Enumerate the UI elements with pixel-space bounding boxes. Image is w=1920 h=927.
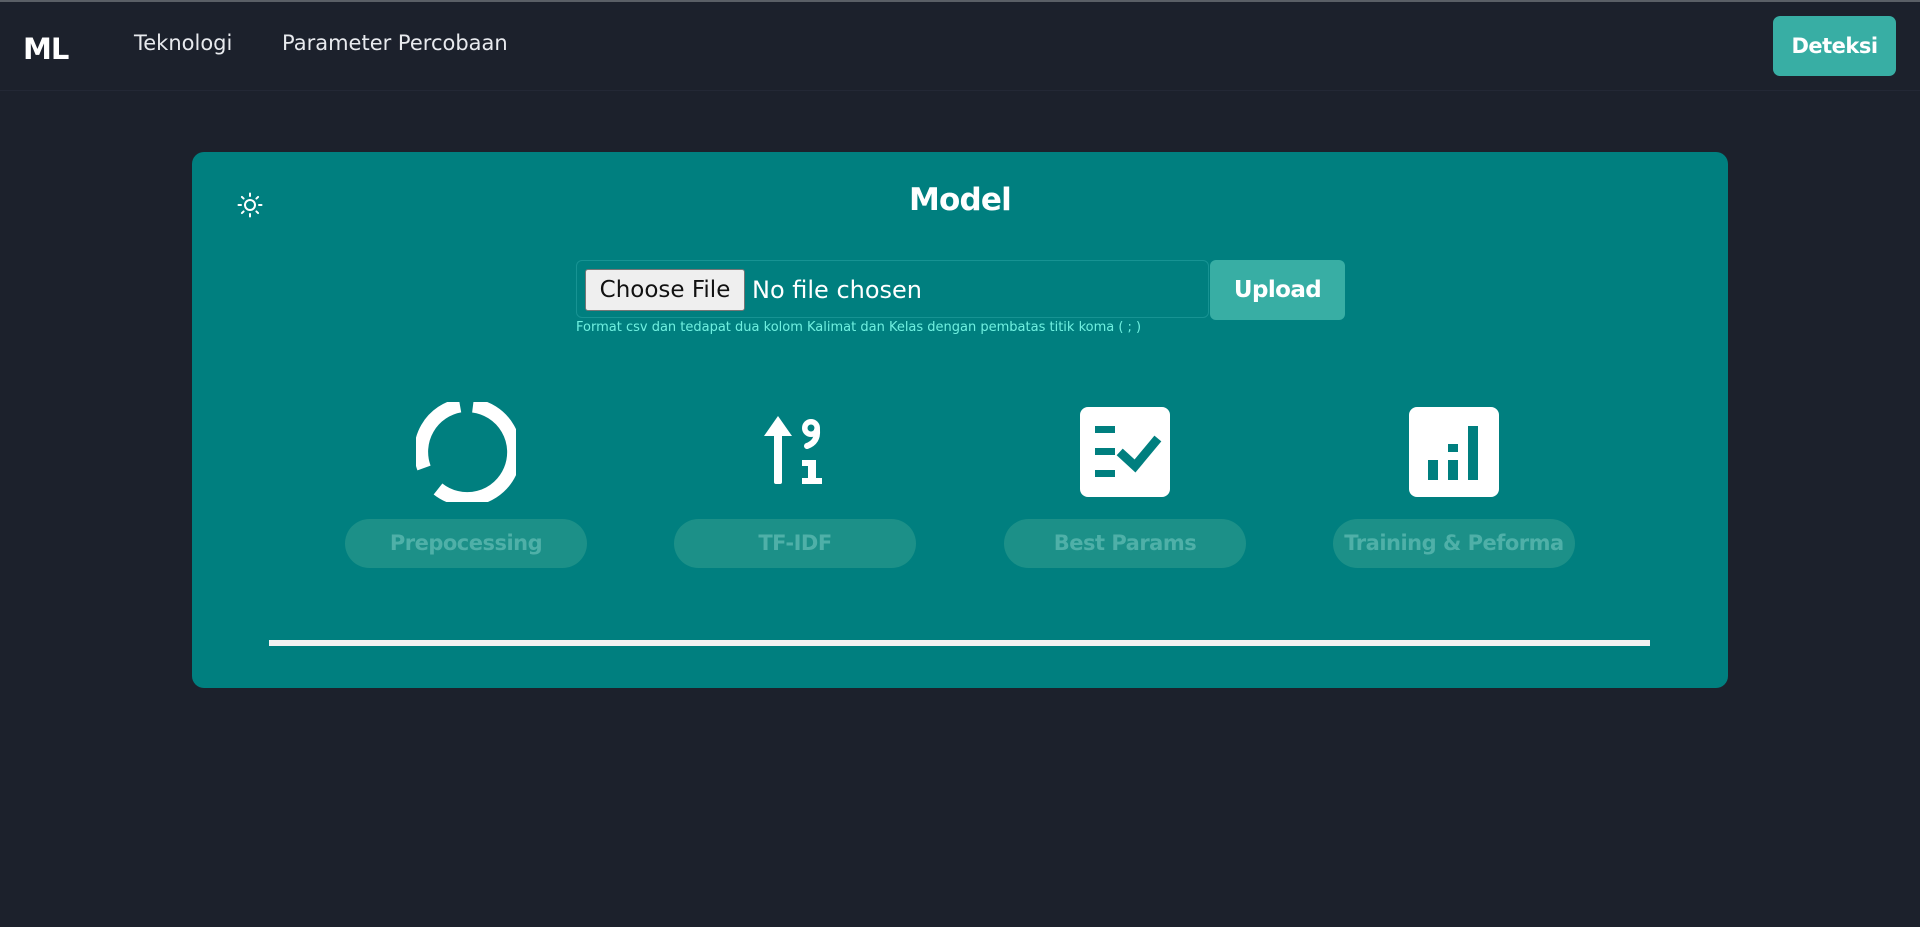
nav-link-parameter-percobaan[interactable]: Parameter Percobaan <box>282 31 508 55</box>
step-best-params: Best Params <box>1004 402 1246 568</box>
page-title: Model <box>909 182 1012 218</box>
progress-bar <box>269 640 1650 646</box>
step-label-tf-idf[interactable]: TF-IDF <box>674 519 916 568</box>
step-training-peforma: Training & Peforma <box>1333 402 1575 568</box>
file-format-hint: Format csv dan tedapat dua kolom Kalimat… <box>576 320 1142 335</box>
step-label-training-peforma[interactable]: Training & Peforma <box>1333 519 1575 568</box>
spinner-ring-icon <box>416 402 516 502</box>
checklist-icon <box>1080 407 1170 497</box>
sort-numeric-up-icon <box>764 416 822 484</box>
step-tf-idf: TF-IDF <box>674 402 916 568</box>
progress-bar-fill <box>269 640 1650 646</box>
model-card: Model Choose File No file chosen Upload … <box>192 152 1728 688</box>
choose-file-button[interactable]: Choose File <box>585 269 745 311</box>
step-prepocessing: Prepocessing <box>345 402 587 568</box>
nav-link-teknologi[interactable]: Teknologi <box>134 31 232 55</box>
bar-chart-icon <box>1409 407 1499 497</box>
file-status-text: No file chosen <box>752 276 923 304</box>
step-label-best-params[interactable]: Best Params <box>1004 519 1246 568</box>
file-input[interactable]: Choose File No file chosen <box>576 260 1209 318</box>
upload-button[interactable]: Upload <box>1210 260 1345 320</box>
top-navbar: ML Teknologi Parameter Percobaan Deteksi <box>0 2 1920 91</box>
deteksi-button[interactable]: Deteksi <box>1773 16 1896 76</box>
step-label-prepocessing[interactable]: Prepocessing <box>345 519 587 568</box>
brand-logo[interactable]: ML <box>23 32 69 66</box>
